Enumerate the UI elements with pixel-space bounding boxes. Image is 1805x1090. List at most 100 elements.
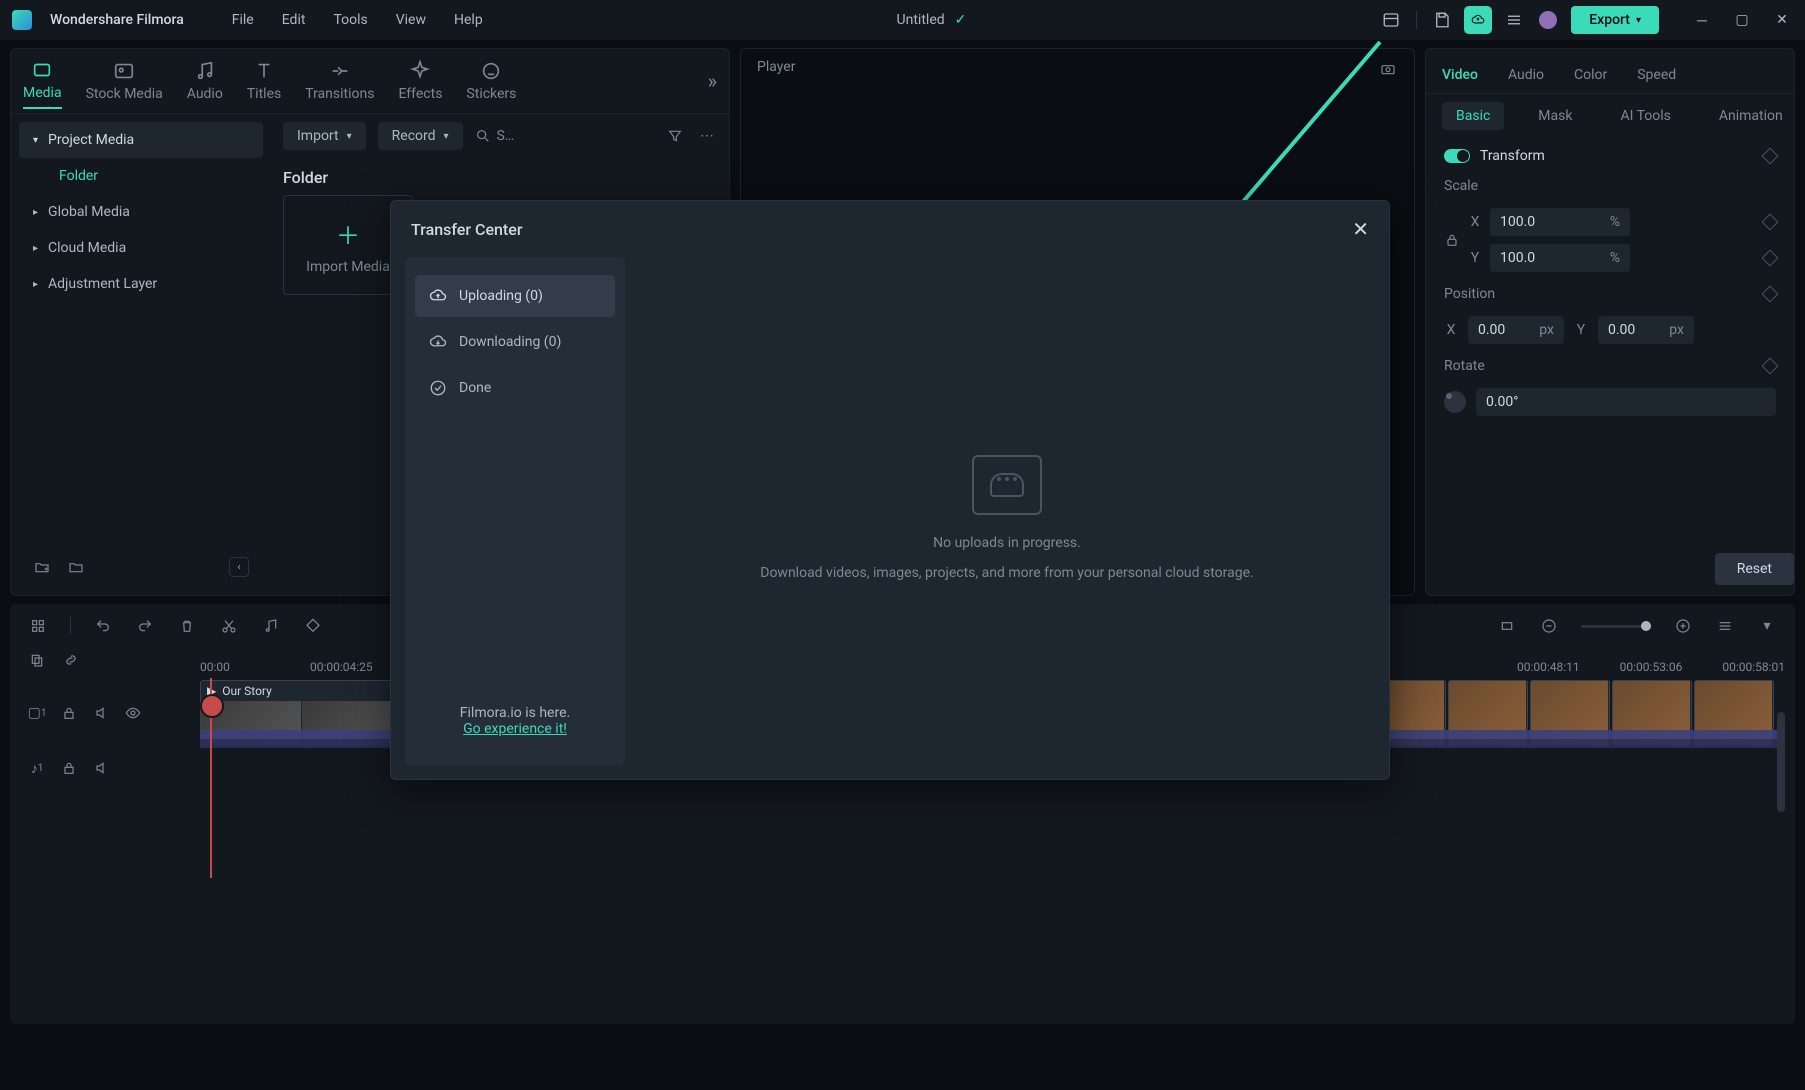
app-logo <box>12 10 32 30</box>
keyframe-diamond-icon[interactable] <box>1762 148 1779 165</box>
menu-view[interactable]: View <box>396 12 426 28</box>
zoom-out-icon[interactable] <box>1539 616 1559 636</box>
close-window-icon[interactable]: ✕ <box>1771 9 1793 31</box>
transfer-center-modal: Transfer Center ✕ Uploading (0) Download… <box>390 200 1390 780</box>
more-dots-icon[interactable]: ⋯ <box>697 126 717 146</box>
inspector-tab-color[interactable]: Color <box>1574 57 1607 93</box>
tree-adjustment-layer[interactable]: ▸Adjustment Layer <box>19 266 263 302</box>
inspector-subtab-aitools[interactable]: AI Tools <box>1606 102 1684 130</box>
zoom-in-icon[interactable] <box>1673 616 1693 636</box>
close-icon[interactable]: ✕ <box>1352 217 1369 241</box>
redo-icon[interactable] <box>135 616 155 636</box>
inspector-tab-video[interactable]: Video <box>1442 57 1478 93</box>
modal-tab-downloading[interactable]: Downloading (0) <box>415 321 615 363</box>
tree-global-media[interactable]: ▸Global Media <box>19 194 263 230</box>
rotate-knob[interactable] <box>1444 391 1466 413</box>
timeline-view-icon[interactable] <box>1715 616 1735 636</box>
tab-transitions[interactable]: Transitions <box>305 54 374 108</box>
app-name: Wondershare Filmora <box>50 12 184 28</box>
audio-track-icon[interactable]: ♪1 <box>28 759 46 777</box>
mute-icon[interactable] <box>92 704 110 722</box>
hamburger-icon[interactable] <box>1503 9 1525 31</box>
filter-icon[interactable] <box>665 126 685 146</box>
rotate-input[interactable]: 0.00° <box>1476 388 1776 416</box>
search-placeholder: S… <box>497 128 515 144</box>
import-dropdown[interactable]: Import▾ <box>283 122 366 150</box>
layout-icon[interactable] <box>1380 9 1402 31</box>
inspector-tab-audio[interactable]: Audio <box>1508 57 1544 93</box>
tab-audio[interactable]: Audio <box>187 54 223 108</box>
tab-stickers[interactable]: Stickers <box>466 54 516 108</box>
fit-icon[interactable] <box>1497 616 1517 636</box>
cut-icon[interactable] <box>219 616 239 636</box>
video-track-icon[interactable]: ▢1 <box>28 704 46 722</box>
modal-sidebar: Uploading (0) Downloading (0) Done Filmo… <box>405 257 625 765</box>
tree-project-media[interactable]: ▾Project Media <box>19 122 263 158</box>
reset-button[interactable]: Reset <box>1715 553 1794 585</box>
collapse-sidebar-icon[interactable]: ‹ <box>229 557 249 577</box>
cloud-drive-icon <box>972 455 1042 515</box>
inspector-subtab-animation[interactable]: Animation <box>1705 102 1794 130</box>
promo-text: Filmora.io is here. <box>415 705 615 721</box>
keyframe-diamond-icon[interactable] <box>1762 250 1779 267</box>
save-icon[interactable] <box>1431 9 1453 31</box>
maximize-icon[interactable]: ▢ <box>1731 9 1753 31</box>
cloud-transfer-icon[interactable] <box>1467 9 1489 31</box>
apps-icon[interactable] <box>28 616 48 636</box>
media-tabs: Media Stock Media Audio Titles Transitio… <box>11 49 729 114</box>
tab-media[interactable]: Media <box>23 53 62 109</box>
scale-y-input[interactable]: 100.0% <box>1490 244 1630 272</box>
tag-icon[interactable] <box>303 616 323 636</box>
timeline-zoom-slider[interactable] <box>1581 625 1651 628</box>
timeline-vertical-scrollbar[interactable] <box>1777 712 1785 812</box>
export-button[interactable]: Export▾ <box>1571 6 1659 34</box>
tab-titles[interactable]: Titles <box>247 54 281 108</box>
inspector-subtab-basic[interactable]: Basic <box>1442 102 1504 130</box>
copy-track-icon[interactable] <box>28 651 46 669</box>
player-title: Player <box>757 59 795 79</box>
tab-effects[interactable]: Effects <box>398 54 442 108</box>
transform-toggle[interactable] <box>1444 149 1470 163</box>
main-menu: File Edit Tools View Help <box>232 12 483 28</box>
scale-x-input[interactable]: 100.0% <box>1490 208 1630 236</box>
new-folder-icon[interactable] <box>33 558 51 576</box>
timeline-options-icon[interactable]: ▾ <box>1757 616 1777 636</box>
menu-edit[interactable]: Edit <box>282 12 306 28</box>
position-y-input[interactable]: 0.00px <box>1598 316 1694 344</box>
visibility-icon[interactable] <box>124 704 142 722</box>
folder-icon[interactable] <box>67 558 85 576</box>
delete-icon[interactable] <box>177 616 197 636</box>
tabs-more-icon[interactable]: » <box>708 69 717 93</box>
inspector-tab-speed[interactable]: Speed <box>1637 57 1676 93</box>
mute-icon[interactable] <box>92 759 110 777</box>
position-x-input[interactable]: 0.00px <box>1468 316 1564 344</box>
music-note-icon[interactable] <box>261 616 281 636</box>
tab-stock-media[interactable]: Stock Media <box>86 54 163 108</box>
keyframe-diamond-icon[interactable] <box>1762 214 1779 231</box>
promo-link[interactable]: Go experience it! <box>415 721 615 737</box>
snapshot-icon[interactable] <box>1378 59 1398 79</box>
keyframe-diamond-icon[interactable] <box>1762 286 1779 303</box>
folder-heading: Folder <box>283 150 717 195</box>
tree-folder[interactable]: Folder <box>19 158 263 194</box>
avatar[interactable] <box>1539 11 1557 29</box>
menu-tools[interactable]: Tools <box>333 12 367 28</box>
inspector-subtab-mask[interactable]: Mask <box>1524 102 1586 130</box>
tree-cloud-media[interactable]: ▸Cloud Media <box>19 230 263 266</box>
keyframe-diamond-icon[interactable] <box>1762 358 1779 375</box>
modal-tab-uploading[interactable]: Uploading (0) <box>415 275 615 317</box>
video-track-controls: ▢1 <box>20 678 200 748</box>
record-dropdown[interactable]: Record▾ <box>378 122 463 150</box>
undo-icon[interactable] <box>93 616 113 636</box>
menu-file[interactable]: File <box>232 12 254 28</box>
playhead-handle[interactable] <box>200 694 224 718</box>
lock-icon[interactable] <box>60 704 78 722</box>
minimize-icon[interactable]: ─ <box>1691 9 1713 31</box>
menu-help[interactable]: Help <box>454 12 483 28</box>
modal-tab-done[interactable]: Done <box>415 367 615 409</box>
titlebar-right: Export▾ ─ ▢ ✕ <box>1380 6 1793 34</box>
inspector-panel: Video Audio Color Speed Basic Mask AI To… <box>1425 48 1795 596</box>
media-search[interactable]: S… <box>475 128 515 144</box>
lock-icon[interactable] <box>60 759 78 777</box>
link-track-icon[interactable] <box>62 651 80 669</box>
